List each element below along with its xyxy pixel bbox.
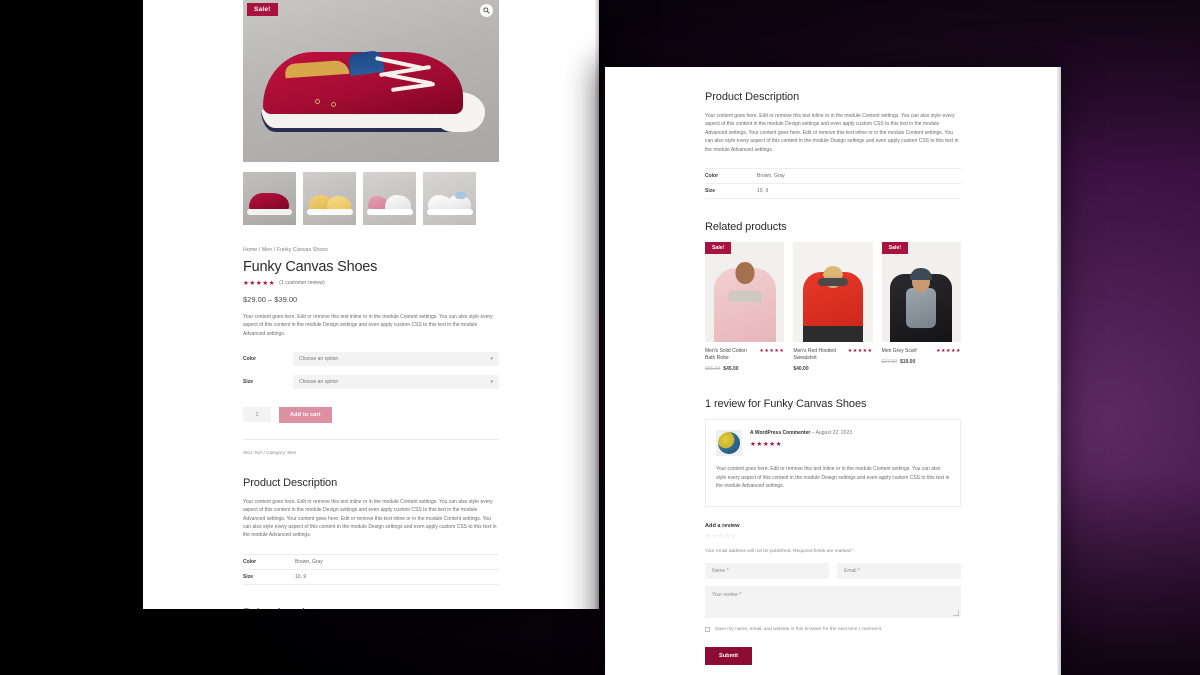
submit-button[interactable]: Submit [705, 646, 752, 665]
old-price: $27.00 [881, 359, 897, 366]
attributes-table: Color Brown, Gray Size 10, 9 [243, 554, 499, 585]
old-price: $55.00 [705, 366, 721, 373]
cart-row: 1 Add to cart [243, 406, 499, 423]
related-product-name[interactable]: Men's Solid Cotton Bath Robe [705, 348, 755, 363]
product-description-body: Your content goes here. Edit or remove t… [705, 113, 959, 153]
related-product-image[interactable] [793, 241, 873, 342]
email-field[interactable]: Email * [837, 562, 961, 579]
sale-badge: Sale! [705, 241, 732, 254]
review-author: A WordPress Commenter – August 22, 2023 [750, 430, 852, 436]
form-notice: Your email address will not be published… [705, 548, 854, 554]
product-price: $29.00 – $39.00 [243, 295, 298, 304]
product-hero-image[interactable]: Sale! [243, 0, 499, 162]
related-product-card[interactable]: Sale! Men Grey Scarf ★★★★★ $27.00 $19.00 [881, 241, 961, 373]
thumbnail-2[interactable] [303, 172, 356, 225]
shoe-illustration [257, 28, 485, 138]
review-card: A WordPress Commenter – August 22, 2023 … [705, 419, 961, 507]
name-email-row: Name * Email * [705, 562, 961, 579]
product-description-body: Your content goes here. Edit or remove t… [243, 498, 497, 539]
related-product-name[interactable]: Men's Red Hooded Sweatshirt [793, 348, 843, 363]
table-row: Color Brown, Gray [243, 554, 499, 569]
color-select-value: Choose an option [299, 355, 339, 362]
review-count-link[interactable]: (1 customer review) [279, 280, 325, 286]
related-product-image[interactable]: Sale! [881, 241, 961, 342]
magnifier-icon[interactable] [480, 4, 493, 17]
variation-row-size: Size Choose an option ▾ [243, 374, 499, 389]
product-description-heading: Product Description [705, 91, 800, 103]
review-author-name: A WordPress Commenter [750, 430, 811, 437]
name-field[interactable]: Name * [705, 562, 829, 579]
related-products-heading: Related products [243, 607, 499, 609]
current-price: $45.00 [723, 366, 739, 373]
attr-name-color: Color [705, 172, 719, 179]
variation-row-color: Color Choose an option ▾ [243, 351, 499, 366]
table-row: Size 10, 9 [705, 183, 961, 199]
related-product-image[interactable]: Sale! [705, 241, 785, 342]
add-review-heading: Add a review [705, 522, 740, 529]
attr-value-size: 10, 9 [295, 573, 307, 580]
attributes-table: Color Brown, Gray Size 10, 9 [705, 168, 961, 199]
add-to-cart-button[interactable]: Add to cart [279, 406, 332, 423]
attr-value-color: Brown, Gray [295, 558, 323, 565]
review-date: – August 22, 2023 [811, 430, 852, 437]
attr-name-size: Size [243, 573, 254, 580]
thumbnail-3[interactable] [363, 172, 416, 225]
related-products-grid: Sale! Men's Solid Cotton Bath Robe ★★★★★… [705, 241, 961, 373]
save-info-row[interactable]: Save my name, email, and website in this… [705, 626, 961, 632]
related-product-price: $55.00 $45.00 [705, 366, 784, 372]
star-rating: ★★★★★ [243, 280, 276, 287]
related-product-footer: Men's Solid Cotton Bath Robe ★★★★★ [705, 348, 784, 363]
breadcrumb[interactable]: Home / Men / Funky Canvas Shoes [243, 247, 499, 253]
sale-badge: Sale! [247, 3, 278, 16]
avatar [716, 430, 742, 457]
product-description-heading: Product Description [243, 476, 338, 489]
short-description: Your content goes here. Edit or remove t… [243, 314, 493, 337]
related-product-card[interactable]: Sale! Men's Solid Cotton Bath Robe ★★★★★… [705, 241, 785, 372]
star-rating: ★★★★★ [759, 347, 785, 354]
save-info-label: Save my name, email, and website in this… [715, 626, 883, 632]
reviews-heading: 1 review for Funky Canvas Shoes [705, 398, 867, 411]
chevron-down-icon: ▾ [490, 355, 493, 362]
attr-name-color: Color [243, 558, 257, 565]
related-product-footer: Men's Red Hooded Sweatshirt ★★★★★ [793, 348, 872, 363]
current-price: $40.00 [793, 366, 809, 373]
review-header: A WordPress Commenter – August 22, 2023 … [716, 430, 950, 457]
current-price: $19.00 [899, 359, 916, 366]
size-select[interactable]: Choose an option ▾ [293, 374, 499, 389]
review-textarea[interactable]: Your review * [705, 585, 961, 618]
variation-label-color: Color [243, 355, 257, 362]
product-meta: SKU: N/A / Category: Men [243, 438, 499, 455]
thumbnail-1[interactable] [243, 172, 296, 225]
thumbnail-4[interactable] [423, 172, 476, 225]
product-thumbnail-strip[interactable] [243, 172, 599, 225]
rating-row: ★★★★★ (1 customer review) [243, 279, 499, 287]
product-page-panel-right: Product Description Your content goes he… [605, 67, 1061, 675]
page-title: Funky Canvas Shoes [243, 259, 378, 275]
quantity-stepper[interactable]: 1 [243, 407, 271, 423]
related-products-heading: Related products [705, 220, 787, 233]
color-select[interactable]: Choose an option ▾ [293, 351, 499, 366]
attr-name-size: Size [705, 187, 716, 194]
table-row: Size 10, 9 [243, 569, 499, 585]
variation-label-size: Size [243, 378, 254, 385]
attr-value-color: Brown, Gray [757, 172, 785, 179]
rating-star-input[interactable]: ☆☆☆☆☆ [705, 532, 961, 540]
related-product-price: $40.00 [793, 366, 872, 372]
star-rating: ★★★★★ [936, 347, 961, 354]
related-product-price: $27.00 $19.00 [882, 359, 961, 365]
related-product-name[interactable]: Men Grey Scarf [882, 348, 917, 355]
save-info-checkbox[interactable] [705, 626, 710, 632]
review-body: Your content goes here. Edit or remove t… [716, 466, 950, 490]
chevron-down-icon: ▾ [490, 378, 493, 385]
star-rating: ★★★★★ [750, 441, 783, 449]
product-page-panel-left: Sale! Home / Men / Funky Canvas Shoes Fu… [143, 0, 599, 609]
attr-value-size: 10, 9 [757, 187, 769, 194]
star-rating: ★★★★★ [847, 347, 873, 354]
table-row: Color Brown, Gray [705, 168, 961, 183]
size-select-value: Choose an option [299, 378, 339, 385]
sale-badge: Sale! [881, 241, 909, 254]
related-product-footer: Men Grey Scarf ★★★★★ [882, 348, 961, 355]
related-product-card[interactable]: Men's Red Hooded Sweatshirt ★★★★★ $40.00 [793, 241, 873, 372]
